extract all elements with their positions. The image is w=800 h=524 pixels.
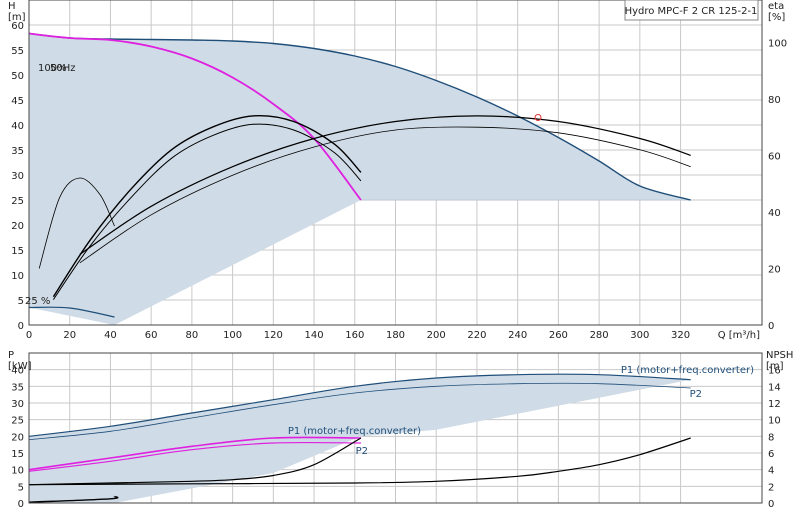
npsh-tick-label: 8 xyxy=(768,432,774,443)
x-tick-label: 300 xyxy=(630,330,649,341)
y-tick-label: 0 xyxy=(18,321,24,332)
npsh-axis-label: NPSH xyxy=(766,350,793,361)
npsh-tick-label: 4 xyxy=(768,466,774,477)
y2-tick-label: 60 xyxy=(768,151,781,162)
npsh-tick-label: 10 xyxy=(768,416,781,427)
chart-canvas: 0 20 40 60 80 100 120 140 160 180 200 220 240 260 280 3… xyxy=(8,0,793,510)
speed-label-50hz: 50Hz xyxy=(50,63,76,74)
y-tick-label: 40 xyxy=(11,121,24,132)
npsh-tick-label: 0 xyxy=(768,499,774,510)
y-tick-label: 35 xyxy=(11,146,24,157)
y-axis-label: [m] xyxy=(8,12,26,23)
label-p2-right: P2 xyxy=(690,389,702,400)
x-tick-label: 320 xyxy=(671,330,690,341)
label-p1-right: P1 (motor+freq.converter) xyxy=(621,365,754,376)
pump-curve-chart: 0 20 40 60 80 100 120 140 160 180 200 220 240 260 280 3… xyxy=(0,0,800,520)
npsh-tick-label: 2 xyxy=(768,482,774,493)
chart-title: Hydro MPC-F 2 CR 125-2-1 xyxy=(625,6,758,17)
npsh-tick-label: 12 xyxy=(768,399,781,410)
y2-tick-label: 80 xyxy=(768,95,781,106)
npsh-tick-label: 6 xyxy=(768,449,774,460)
p-tick-label: 5 xyxy=(18,482,24,493)
y-tick-label: 5 xyxy=(18,296,24,307)
x-tick-label: 0 xyxy=(26,330,32,341)
y2-tick-label: 40 xyxy=(768,208,781,219)
x-axis-label: Q [m³/h] xyxy=(718,330,760,341)
x-tick-label: 260 xyxy=(549,330,568,341)
y-tick-label: 45 xyxy=(11,96,24,107)
y-tick-label: 55 xyxy=(11,46,24,57)
p-tick-label: 10 xyxy=(11,466,24,477)
p-tick-label: 15 xyxy=(11,449,24,460)
x-tick-label: 80 xyxy=(186,330,199,341)
x-tick-label: 20 xyxy=(63,330,76,341)
x-tick-label: 240 xyxy=(508,330,527,341)
npsh-tick-label: 14 xyxy=(768,382,781,393)
speed-label-25: 25 % xyxy=(25,296,50,307)
p-tick-label: 0 xyxy=(18,499,24,510)
p-tick-label: 35 xyxy=(11,382,24,393)
y-tick-label: 10 xyxy=(11,271,24,282)
x-tick-label: 200 xyxy=(427,330,446,341)
p-axis-label: [kW] xyxy=(8,361,32,372)
x-tick-label: 140 xyxy=(305,330,324,341)
npsh-axis-label: [m] xyxy=(766,361,784,372)
x-tick-label: 60 xyxy=(145,330,158,341)
x-tick-label: 180 xyxy=(386,330,405,341)
x-tick-label: 100 xyxy=(223,330,242,341)
x-tick-label: 160 xyxy=(345,330,364,341)
y2-tick-label: 100 xyxy=(768,38,787,49)
y2-tick-label: 20 xyxy=(768,264,781,275)
label-p2-mid: P2 xyxy=(356,446,368,457)
p-tick-label: 30 xyxy=(11,399,24,410)
y2-axis-label: eta xyxy=(768,1,784,12)
label-p1-mid: P1 (motor+freq.converter) xyxy=(288,426,421,437)
y-tick-label: 20 xyxy=(11,221,24,232)
x-tick-label: 40 xyxy=(104,330,117,341)
y-tick-label: 25 xyxy=(11,196,24,207)
y2-tick-label: 0 xyxy=(768,321,774,332)
p-tick-label: 25 xyxy=(11,416,24,427)
y-tick-label: 30 xyxy=(11,171,24,182)
y-tick-label: 50 xyxy=(11,71,24,82)
x-tick-label: 220 xyxy=(467,330,486,341)
y-axis-label: H xyxy=(8,1,16,12)
p-axis-label: P xyxy=(8,350,14,361)
p-tick-label: 20 xyxy=(11,432,24,443)
x-tick-label: 280 xyxy=(590,330,609,341)
x-tick-label: 120 xyxy=(264,330,283,341)
y-tick-label: 15 xyxy=(11,246,24,257)
y2-axis-label: [%] xyxy=(768,12,785,23)
